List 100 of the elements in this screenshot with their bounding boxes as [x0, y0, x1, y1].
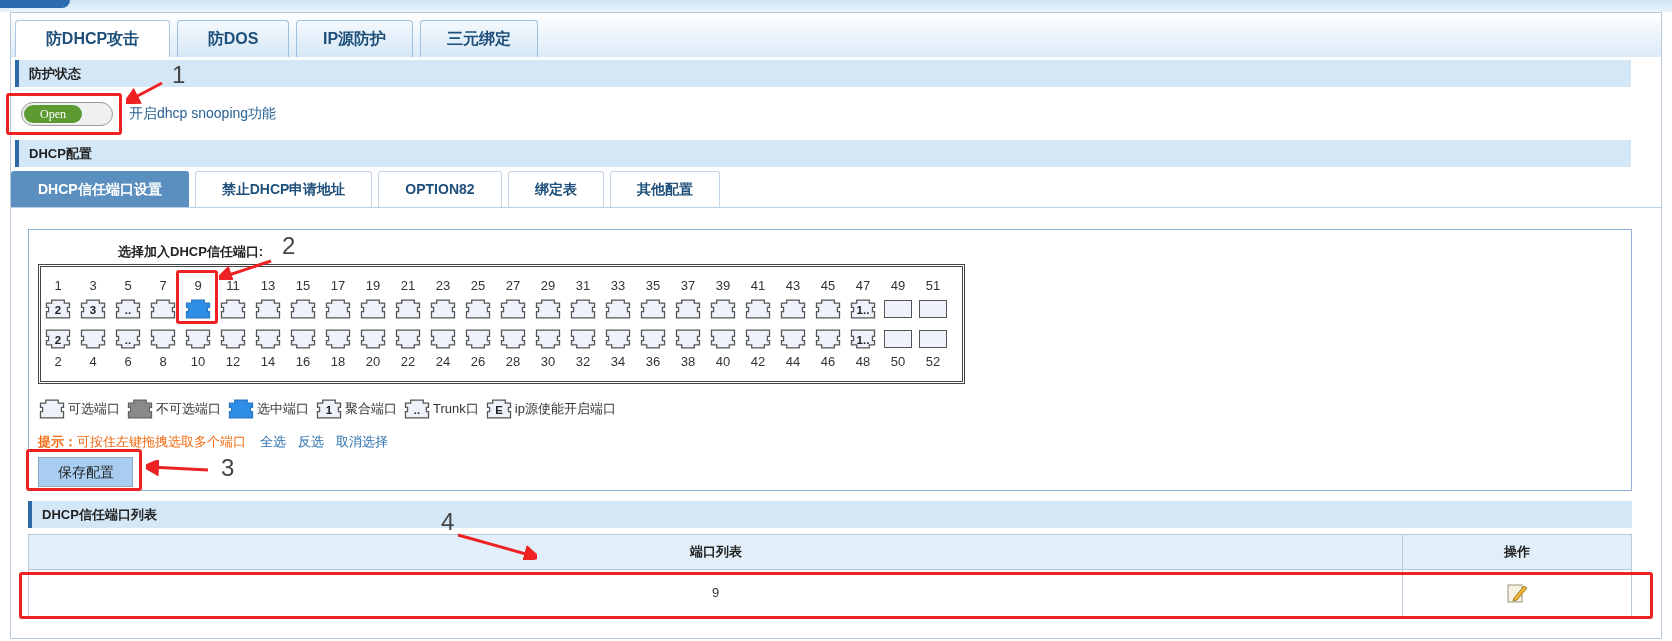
- port-icon[interactable]: [429, 298, 457, 320]
- annotation-number: 1: [172, 62, 186, 88]
- port-icon[interactable]: [359, 298, 387, 320]
- port-icon[interactable]: [779, 328, 807, 350]
- port-icon[interactable]: [919, 300, 947, 318]
- port-icon[interactable]: [149, 328, 177, 350]
- legend-label: 可选端口: [68, 400, 120, 419]
- port-icon[interactable]: 1..: [849, 298, 877, 320]
- port-icon[interactable]: [464, 328, 492, 350]
- port-icon[interactable]: [534, 298, 562, 320]
- port-icon[interactable]: [534, 328, 562, 350]
- tab[interactable]: IP源防护: [296, 20, 414, 57]
- port-number: 31: [575, 278, 591, 294]
- port-number: 12: [225, 354, 241, 370]
- port-icon[interactable]: [569, 298, 597, 320]
- port-icon[interactable]: [219, 328, 247, 350]
- port-icon[interactable]: [38, 398, 66, 420]
- port-number: 25: [470, 278, 486, 294]
- tab[interactable]: 防DOS: [177, 20, 289, 57]
- sub-tab[interactable]: 禁止DHCP申请地址: [194, 171, 373, 207]
- port-number: 32: [575, 354, 591, 370]
- port-icon[interactable]: [289, 298, 317, 320]
- port-number: 24: [435, 354, 451, 370]
- port-icon[interactable]: [184, 328, 212, 350]
- port-icon[interactable]: [429, 328, 457, 350]
- legend-label: Trunk口: [433, 400, 479, 419]
- port-icon[interactable]: ..: [114, 328, 142, 350]
- port-icon[interactable]: [604, 328, 632, 350]
- port-icon[interactable]: [639, 328, 667, 350]
- port-icon[interactable]: [814, 298, 842, 320]
- port-number: 40: [715, 354, 731, 370]
- selection-link[interactable]: 反选: [298, 432, 324, 452]
- port-icon[interactable]: [219, 298, 247, 320]
- port-icon[interactable]: [324, 328, 352, 350]
- port-icon[interactable]: 1: [315, 398, 343, 420]
- legend-label: 选中端口: [257, 400, 309, 419]
- port-icon[interactable]: [394, 298, 422, 320]
- port-number: 52: [925, 354, 941, 370]
- port-icon[interactable]: [227, 398, 255, 420]
- port-icon[interactable]: [184, 298, 212, 320]
- sub-tab[interactable]: 其他配置: [609, 171, 720, 207]
- port-icon[interactable]: [884, 300, 912, 318]
- edit-icon[interactable]: [1506, 582, 1528, 604]
- legend-label: ip源使能开启端口: [514, 400, 616, 419]
- port-icon[interactable]: 1..: [849, 328, 877, 350]
- port-icon[interactable]: [639, 298, 667, 320]
- port-number: 30: [540, 354, 556, 370]
- tab[interactable]: 防DHCP攻击: [15, 20, 170, 57]
- port-number: 37: [680, 278, 696, 294]
- port-icon[interactable]: [919, 330, 947, 348]
- port-icon[interactable]: [499, 328, 527, 350]
- save-button[interactable]: 保存配置: [38, 457, 133, 487]
- port-icon[interactable]: [604, 298, 632, 320]
- port-icon[interactable]: [709, 298, 737, 320]
- section-header: DHCP配置: [15, 140, 1631, 167]
- port-icon[interactable]: 3: [79, 298, 107, 320]
- port-icon[interactable]: [569, 328, 597, 350]
- annotation-number: 3: [221, 455, 235, 481]
- port-icon[interactable]: ..: [114, 298, 142, 320]
- port-icon[interactable]: [464, 298, 492, 320]
- tab[interactable]: 三元绑定: [420, 20, 539, 57]
- port-number: 26: [470, 354, 486, 370]
- table-cell: 9: [29, 570, 1403, 616]
- port-icon[interactable]: [709, 328, 737, 350]
- selection-link[interactable]: 取消选择: [336, 432, 388, 452]
- port-icon[interactable]: 2: [44, 298, 72, 320]
- port-icon[interactable]: [674, 298, 702, 320]
- sub-tab[interactable]: 绑定表: [507, 171, 604, 207]
- port-icon[interactable]: [884, 330, 912, 348]
- column-header: 操作: [1503, 543, 1531, 562]
- port-icon[interactable]: 2: [44, 328, 72, 350]
- port-icon[interactable]: ..: [403, 398, 431, 420]
- port-icon[interactable]: [126, 398, 154, 420]
- port-number: 49: [890, 278, 906, 294]
- port-number: 3: [89, 278, 97, 294]
- port-number: 38: [680, 354, 696, 370]
- port-icon[interactable]: [254, 298, 282, 320]
- port-icon[interactable]: [324, 298, 352, 320]
- port-icon[interactable]: [254, 328, 282, 350]
- port-icon[interactable]: [289, 328, 317, 350]
- port-icon[interactable]: [149, 298, 177, 320]
- port-icon[interactable]: [359, 328, 387, 350]
- port-number: 21: [400, 278, 416, 294]
- port-icon[interactable]: [79, 328, 107, 350]
- port-icon[interactable]: [744, 298, 772, 320]
- port-icon[interactable]: [814, 328, 842, 350]
- port-number: 47: [855, 278, 871, 294]
- port-icon[interactable]: [394, 328, 422, 350]
- port-icon[interactable]: E: [484, 398, 513, 420]
- sub-tab[interactable]: OPTION82: [378, 171, 502, 207]
- port-icon[interactable]: [674, 328, 702, 350]
- port-number: 11: [226, 278, 240, 294]
- selection-link[interactable]: 全选: [260, 432, 286, 452]
- port-number: 39: [715, 278, 731, 294]
- port-icon[interactable]: [744, 328, 772, 350]
- port-number: 34: [610, 354, 626, 370]
- port-icon[interactable]: [779, 298, 807, 320]
- port-icon[interactable]: [499, 298, 527, 320]
- port-number: 2: [54, 354, 62, 370]
- port-number: 6: [124, 354, 132, 370]
